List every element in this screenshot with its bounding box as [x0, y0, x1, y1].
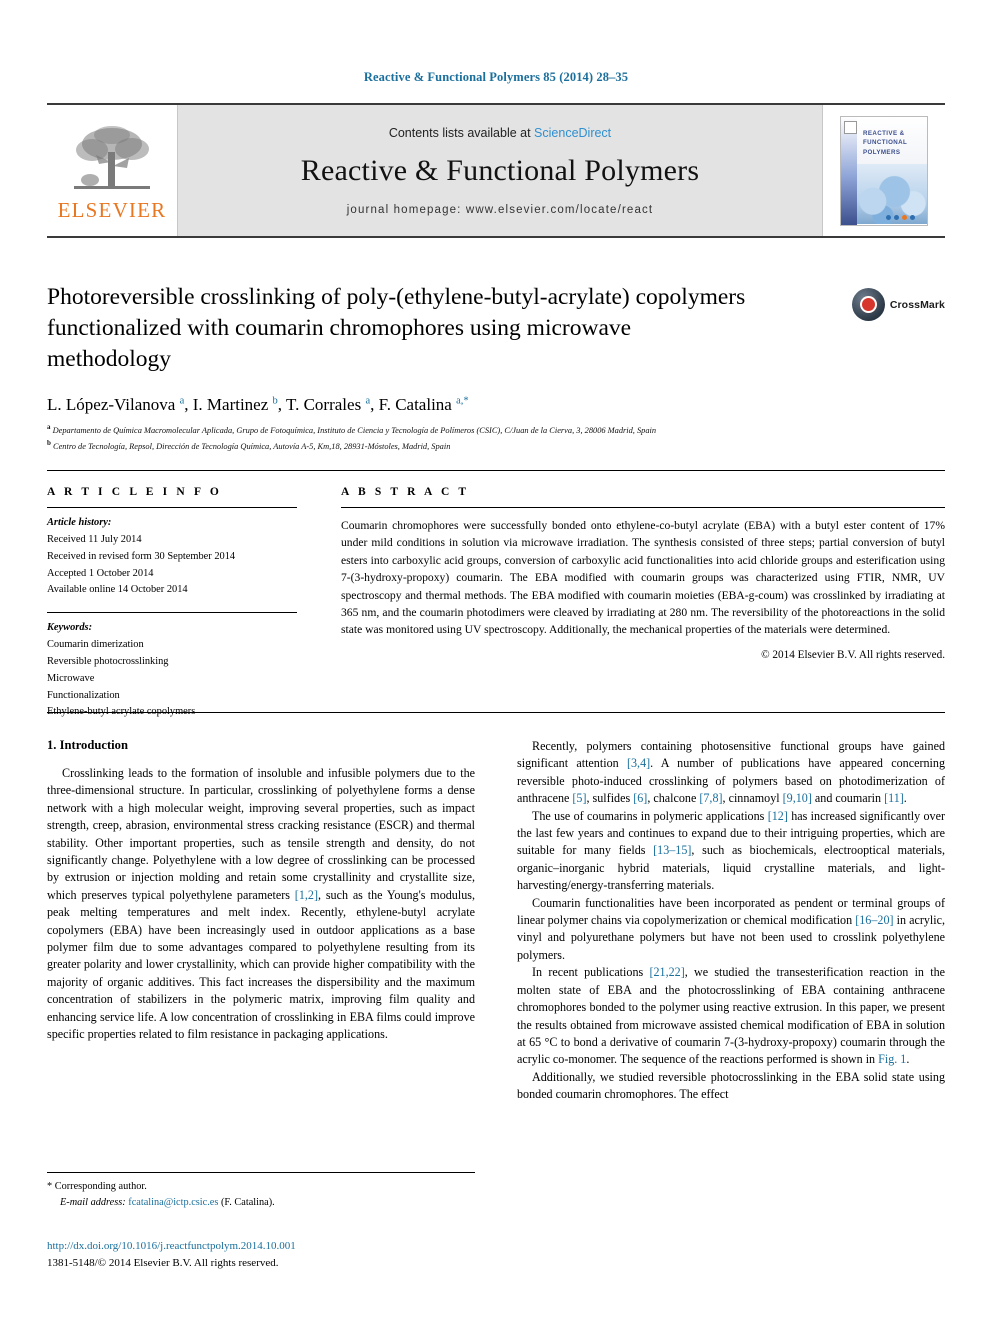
section-heading-introduction: 1. Introduction: [47, 738, 128, 752]
contents-available-line: Contents lists available at ScienceDirec…: [389, 126, 611, 140]
paragraph: Recently, polymers containing photosensi…: [517, 739, 945, 806]
history-item: Received 11 July 2014: [47, 533, 142, 545]
journal-cover-image: REACTIVE & FUNCTIONAL POLYMERS: [840, 115, 928, 226]
abstract-column: A B S T R A C T Coumarin chromophores we…: [341, 486, 945, 721]
corresponding-mark: *: [47, 1181, 53, 1192]
journal-banner: Contents lists available at ScienceDirec…: [177, 105, 823, 236]
article-info-heading: A R T I C L E I N F O: [47, 486, 222, 498]
citation-ref[interactable]: [13–15]: [653, 843, 691, 857]
keywords-label: Keywords:: [47, 622, 93, 634]
corresponding-author-footnote: * Corresponding author. E-mail address: …: [47, 1172, 475, 1211]
running-head: Reactive & Functional Polymers 85 (2014)…: [363, 70, 629, 84]
keyword-list: Keywords: Coumarin dimerization Reversib…: [47, 620, 297, 721]
paragraph: The use of coumarins in polymeric applic…: [517, 808, 945, 893]
sciencedirect-link[interactable]: ScienceDirect: [534, 126, 611, 140]
abstract-heading: A B S T R A C T: [341, 486, 470, 498]
citation-ref[interactable]: [7,8]: [699, 791, 722, 805]
journal-homepage[interactable]: journal homepage: www.elsevier.com/locat…: [347, 204, 654, 216]
paragraph: Crosslinking leads to the formation of i…: [47, 766, 475, 1042]
author-list: L. López-Vilanova a, I. Martinez b, T. C…: [47, 395, 469, 415]
citation-ref[interactable]: [9,10]: [783, 791, 812, 805]
crossmark-badge-group[interactable]: CrossMark: [851, 288, 945, 321]
body-column-left: 1. Introduction Crosslinking leads to th…: [47, 738, 475, 1104]
citation-ref[interactable]: [11]: [884, 791, 904, 805]
citation-ref[interactable]: [5]: [572, 791, 586, 805]
page-footer: http://dx.doi.org/10.1016/j.reactfunctpo…: [47, 1238, 547, 1271]
elsevier-tree-icon: [74, 126, 150, 189]
article-history-label: Article history:: [47, 517, 112, 528]
corresponding-author-line: * Corresponding author.: [47, 1179, 475, 1195]
contents-prefix: Contents lists available at: [388, 125, 535, 140]
elsevier-wordmark: ELSEVIER: [57, 198, 167, 222]
email-link[interactable]: fcatalina@ictp.csic.es: [128, 1197, 218, 1208]
affiliation-b: b Centro de Tecnología, Repsol, Direcció…: [47, 438, 451, 451]
history-item: Accepted 1 October 2014: [47, 567, 154, 579]
page-title: Photoreversible crosslinking of poly-(et…: [47, 284, 746, 373]
paper-first-page: Reactive & Functional Polymers 85 (2014)…: [0, 0, 992, 1323]
article-history: Article history: Received 11 July 2014 R…: [47, 515, 297, 599]
doi-link[interactable]: http://dx.doi.org/10.1016/j.reactfunctpo…: [47, 1238, 547, 1255]
citation-ref[interactable]: [1,2]: [295, 888, 318, 902]
email-label: E-mail address:: [60, 1196, 126, 1208]
affiliation-a: a Departamento de Química Macromolecular…: [47, 423, 657, 435]
cover-title-text: REACTIVE & FUNCTIONAL POLYMERS: [863, 129, 908, 156]
article-info-column: A R T I C L E I N F O Article history: R…: [47, 486, 297, 721]
figure-ref[interactable]: Fig. 1: [878, 1052, 906, 1066]
abstract-text: Coumarin chromophores were successfully …: [341, 519, 945, 637]
keyword-item: Microwave: [47, 672, 95, 684]
citation-ref[interactable]: [21,22]: [649, 965, 684, 979]
history-item: Received in revised form 30 September 20…: [47, 550, 236, 562]
history-item: Available online 14 October 2014: [47, 584, 188, 596]
paragraph: Coumarin functionalities have been incor…: [517, 895, 946, 962]
paragraph: In recent publications [21,22], we studi…: [517, 965, 945, 1067]
keyword-item: Coumarin dimerization: [47, 639, 144, 651]
affiliation-list: a Departamento de Química Macromolecular…: [47, 422, 945, 453]
email-suffix: (F. Catalina).: [220, 1196, 275, 1208]
journal-title: Reactive & Functional Polymers: [300, 153, 700, 187]
citation-ref[interactable]: [12]: [768, 809, 788, 823]
info-abstract-region: A R T I C L E I N F O Article history: R…: [47, 486, 945, 721]
keyword-item: Functionalization: [47, 689, 120, 701]
info-divider-bottom: [47, 712, 945, 713]
info-divider-top: [47, 470, 945, 471]
paragraph: Additionally, we studied reversible phot…: [517, 1069, 945, 1102]
journal-masthead: ELSEVIER Contents lists available at Sci…: [47, 103, 945, 238]
citation-ref[interactable]: [3,4]: [627, 756, 650, 770]
abstract-copyright: © 2014 Elsevier B.V. All rights reserved…: [761, 648, 945, 661]
elsevier-logo: ELSEVIER: [47, 105, 177, 236]
body-columns: 1. Introduction Crosslinking leads to th…: [47, 738, 945, 1104]
email-line: E-mail address: fcatalina@ictp.csic.es (…: [47, 1195, 475, 1211]
citation-ref[interactable]: [6]: [633, 791, 647, 805]
crossmark-icon: [851, 288, 885, 321]
corresponding-label: Corresponding author.: [54, 1181, 147, 1192]
issn-copyright: 1381-5148/© 2014 Elsevier B.V. All right…: [47, 1256, 279, 1269]
crossmark-label: CrossMark: [889, 298, 945, 311]
body-column-right: Recently, polymers containing photosensi…: [517, 738, 945, 1104]
keyword-item: Reversible photocrosslinking: [47, 655, 169, 667]
citation-ref[interactable]: [16–20]: [855, 913, 893, 927]
journal-cover: REACTIVE & FUNCTIONAL POLYMERS: [823, 105, 945, 236]
title-block: CrossMark Photoreversible crosslinking o…: [47, 282, 945, 453]
